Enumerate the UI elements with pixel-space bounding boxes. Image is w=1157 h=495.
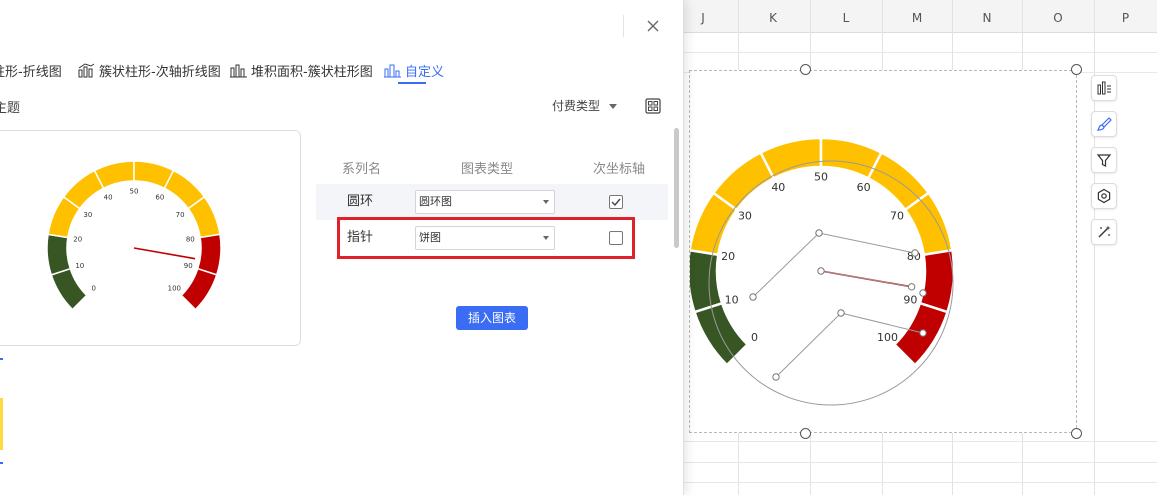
column-header-k[interactable]: K xyxy=(738,0,808,33)
close-icon xyxy=(647,20,659,32)
insert-chart-button[interactable]: 插入图表 xyxy=(456,306,528,330)
gauge-segment xyxy=(196,233,222,276)
gauge-tick-label: 50 xyxy=(814,171,828,184)
hexagon-settings-icon xyxy=(1097,188,1111,204)
check-icon xyxy=(611,198,621,207)
grid-line xyxy=(680,482,1157,483)
chart-tool-strip xyxy=(1091,75,1119,255)
resize-handle-bottom[interactable] xyxy=(800,428,811,439)
gauge-segment xyxy=(180,267,218,311)
gauge-chart: 0102030405060708090100 xyxy=(690,136,956,406)
column-header-m[interactable]: M xyxy=(882,0,952,33)
custom-chart-icon xyxy=(384,64,401,77)
gauge-tick-label: 40 xyxy=(771,181,785,194)
column-header-n[interactable]: N xyxy=(952,0,1022,33)
gauge-tick-label: 60 xyxy=(857,181,871,194)
pay-type-dropdown[interactable]: 付费类型 xyxy=(552,97,620,114)
tab-clustered-column-secondary-line[interactable]: 簇状柱形-次轴折线图 xyxy=(78,56,221,84)
gauge-tick-label: 90 xyxy=(184,262,193,270)
gauge-tick-label: 70 xyxy=(176,211,185,219)
resize-handle-top[interactable] xyxy=(800,64,811,75)
chart-ai-button[interactable] xyxy=(1091,219,1117,245)
gauge-tick-label: 10 xyxy=(725,294,739,307)
gauge-segment xyxy=(690,248,724,314)
area-bar-chart-icon xyxy=(230,64,247,77)
active-tab-indicator xyxy=(398,82,426,84)
resize-handle-top-right[interactable] xyxy=(1071,64,1082,75)
tab-custom[interactable]: 自定义 xyxy=(384,56,444,84)
gauge-segment xyxy=(50,267,88,311)
theme-section-label: 主题 xyxy=(0,101,21,116)
close-button[interactable] xyxy=(643,16,663,36)
gauge-tick-label: 60 xyxy=(155,194,164,202)
gauge-segment xyxy=(758,136,823,181)
tab-label: 簇状柱形-次轴折线图 xyxy=(99,64,221,80)
edge-marker xyxy=(0,398,3,450)
tab-label: 柱形-折线图 xyxy=(0,64,62,80)
gauge-tick-label: 30 xyxy=(738,209,752,222)
bar-chart-icon xyxy=(1097,81,1111,95)
secondary-axis-checkbox[interactable] xyxy=(609,195,623,209)
gauge-tick-label: 20 xyxy=(721,250,735,263)
caret-down-icon xyxy=(543,200,549,204)
column-header-o[interactable]: O xyxy=(1022,0,1094,33)
caret-down-icon xyxy=(609,103,618,109)
gauge-tick-label: 70 xyxy=(890,209,904,222)
column-header-j[interactable]: J xyxy=(684,0,722,33)
gauge-tick-label: 0 xyxy=(751,331,758,344)
chart-elements-button[interactable] xyxy=(1091,75,1117,101)
grid-view-button[interactable] xyxy=(645,98,661,114)
magic-wand-icon xyxy=(1098,225,1111,238)
gauge-segment xyxy=(46,233,72,276)
gauge-segment xyxy=(692,301,750,367)
chart-object[interactable]: 0102030405060708090100 xyxy=(689,70,1077,433)
gauge-tick-label: 10 xyxy=(75,262,84,270)
chart-dialog: 柱形-折线图 簇状柱形-次轴折线图 堆积面积-簇状柱形图 自定义 主题 付费类型… xyxy=(0,0,684,495)
pay-type-label: 付费类型 xyxy=(552,99,601,113)
highlight-annotation-box xyxy=(337,217,635,259)
resize-handle-bottom-right[interactable] xyxy=(1071,428,1082,439)
combo-chart-icon xyxy=(78,62,95,77)
gauge-tick-label: 100 xyxy=(168,285,181,293)
series-name: 圆环 xyxy=(346,194,373,209)
column-header-l[interactable]: L xyxy=(810,0,882,33)
header-secondary-axis: 次坐标轴 xyxy=(593,162,646,177)
chart-type-select[interactable]: 圆环图 xyxy=(415,190,555,214)
chart-settings-button[interactable] xyxy=(1091,183,1117,209)
gauge-tick-label: 100 xyxy=(877,331,898,344)
tab-label: 堆积面积-簇状柱形图 xyxy=(251,64,373,80)
chart-style-button[interactable] xyxy=(1091,111,1117,137)
chart-type-value: 圆环图 xyxy=(419,195,452,208)
gauge-tick-label: 0 xyxy=(91,285,95,293)
chart-preview-card[interactable]: 0 10 20 30 40 50 60 70 80 90 100 xyxy=(0,130,301,346)
filter-icon xyxy=(1096,154,1112,167)
grid-line xyxy=(680,462,1157,463)
preview-gauge-chart: 0 10 20 30 40 50 60 70 80 90 100 xyxy=(46,160,222,311)
gauge-tick-label: 40 xyxy=(104,194,113,202)
gauge-segment xyxy=(918,248,956,314)
tab-stacked-area-clustered-column[interactable]: 堆积面积-簇状柱形图 xyxy=(230,56,373,84)
grid-view-icon xyxy=(645,98,661,114)
gauge-needle xyxy=(133,247,196,260)
header-chart-type: 图表类型 xyxy=(461,162,514,177)
brush-icon xyxy=(1096,117,1112,131)
gauge-tick-label: 30 xyxy=(83,211,92,219)
grid-line xyxy=(680,441,1157,442)
header-divider xyxy=(623,15,624,37)
edge-marker xyxy=(0,358,3,360)
gauge-tick-label: 50 xyxy=(130,187,139,195)
tab-column-line[interactable]: 柱形-折线图 xyxy=(0,56,62,84)
gauge-tick-label: 80 xyxy=(186,235,195,243)
gauge-tick-label: 90 xyxy=(903,294,917,307)
column-header-p[interactable]: P xyxy=(1094,0,1157,33)
gauge-tick-label: 20 xyxy=(73,235,82,243)
tab-label: 自定义 xyxy=(405,64,445,80)
header-series-name: 系列名 xyxy=(342,162,382,177)
scrollbar-thumb[interactable] xyxy=(674,128,679,248)
series-row-ring: 圆环 圆环图 xyxy=(316,184,668,220)
grid-line xyxy=(680,52,1157,53)
chart-filter-button[interactable] xyxy=(1091,147,1117,173)
edge-marker xyxy=(0,462,3,464)
